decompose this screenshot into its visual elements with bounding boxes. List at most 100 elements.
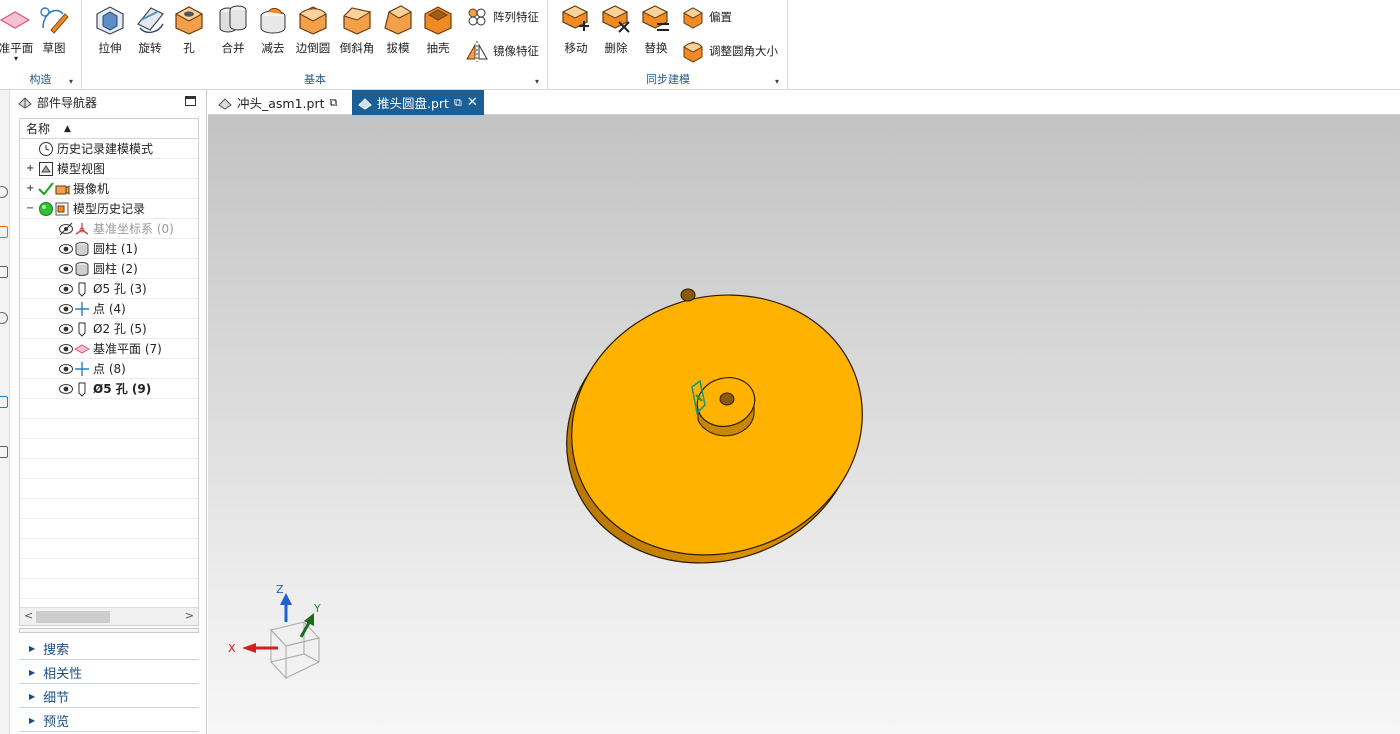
visible-eye-icon[interactable] [58, 361, 74, 377]
offset-region-icon [682, 7, 704, 29]
close-icon[interactable]: ✕ [467, 95, 478, 110]
hole-label: 孔 [183, 41, 195, 55]
tree-row-feature[interactable]: 点 (8) [20, 359, 198, 379]
delete-face-label: 删除 [604, 41, 628, 55]
sketch-button[interactable]: 草图 [32, 0, 76, 60]
draft-button[interactable]: 拔模 [376, 0, 420, 60]
expand-plus-icon[interactable]: + [26, 163, 38, 174]
tree-row-model-views[interactable]: + 模型视图 [20, 159, 198, 179]
sketch-icon [40, 7, 69, 34]
tab-part-active[interactable]: 推头圆盘.prt ⧉ ✕ [352, 90, 484, 115]
resize-blend-button[interactable]: 调整圆角大小 [681, 38, 778, 64]
tree-row-feature[interactable]: 基准平面 (7) [20, 339, 198, 359]
scroll-left-icon[interactable]: < [24, 609, 33, 622]
delete-face-button[interactable]: 删除 [594, 0, 638, 60]
collapse-minus-icon[interactable]: − [26, 203, 38, 214]
resource-bar-icon[interactable] [0, 312, 8, 324]
scrollbar-thumb[interactable] [36, 611, 110, 623]
tree-row-feature[interactable]: 点 (4) [20, 299, 198, 319]
chamfer-button[interactable]: 倒斜角 [335, 0, 379, 60]
group-expand-icon[interactable]: ▾ [775, 77, 779, 86]
visible-eye-icon[interactable] [58, 241, 74, 257]
hole-icon [174, 6, 204, 35]
tree-row-feature[interactable]: 基准坐标系 (0) [20, 219, 198, 239]
replace-face-button[interactable]: 替换 [634, 0, 678, 60]
point-icon [75, 361, 89, 376]
model-view-icon [39, 161, 53, 176]
visible-eye-icon[interactable] [58, 281, 74, 297]
model-canvas[interactable]: Z Y X [208, 115, 1400, 734]
chamfer-icon [343, 7, 372, 35]
column-header[interactable]: 名称 ▲ [20, 119, 198, 139]
x-axis-arrow [242, 643, 256, 653]
tree-item-label: Ø5 孔 (3) [93, 282, 147, 296]
pattern-feature-button[interactable]: 阵列特征 [465, 4, 539, 30]
tree-row-feature[interactable]: 圆柱 (2) [20, 259, 198, 279]
move-face-button[interactable]: 移动 [554, 0, 598, 60]
scroll-right-icon[interactable]: > [185, 609, 194, 622]
tree-row-feature[interactable]: Ø2 孔 (5) [20, 319, 198, 339]
mirror-feature-button[interactable]: 镜像特征 [465, 38, 539, 64]
graphics-viewport[interactable]: Z Y X [208, 115, 1400, 734]
expand-plus-icon[interactable]: + [26, 183, 38, 194]
ribbon: 准平面 ▾ 草图 构造 ▾ 拉伸 旋转 孔 合并 减去 边倒圆 倒斜角 拔模 抽… [0, 0, 1400, 90]
extrude-button[interactable]: 拉伸 [88, 0, 132, 60]
hole-button[interactable]: 孔 [167, 0, 211, 60]
draft-label: 拔模 [386, 41, 410, 55]
move-face-icon [561, 5, 589, 31]
tab-label: 冲头_asm1.prt [237, 96, 325, 111]
section-label: 预览 [43, 714, 70, 730]
tree-item-label: 模型历史记录 [73, 202, 146, 216]
tree-row-feature[interactable]: Ø5 孔 (3) [20, 279, 198, 299]
subtract-button[interactable]: 减去 [251, 0, 295, 60]
tree-item-label: Ø2 孔 (5) [93, 322, 147, 336]
part-file-icon [218, 97, 232, 110]
unite-label: 合并 [221, 41, 245, 55]
hidden-eye-icon[interactable] [58, 221, 74, 237]
section-label: 相关性 [43, 666, 83, 682]
visible-eye-icon[interactable] [58, 341, 74, 357]
horizontal-scrollbar[interactable]: < > [20, 607, 198, 625]
tree-row-model-history[interactable]: − 模型历史记录 [20, 199, 198, 219]
section-search[interactable]: ▶ 搜索 [19, 637, 199, 660]
tree-row-cameras[interactable]: + 摄像机 [20, 179, 198, 199]
section-dependencies[interactable]: ▶ 相关性 [19, 661, 199, 684]
offset-region-button[interactable]: 偏置 [681, 4, 732, 30]
tree-row-history-mode[interactable]: 历史记录建模模式 [20, 139, 198, 159]
section-preview[interactable]: ▶ 预览 [19, 709, 199, 732]
ribbon-group-construct: 准平面 ▾ 草图 构造 ▾ [0, 0, 82, 90]
section-label: 搜索 [43, 642, 70, 658]
resource-bar-icon[interactable] [0, 226, 8, 238]
visible-eye-icon[interactable] [58, 301, 74, 317]
tree-row-feature-current[interactable]: Ø5 孔 (9) [20, 379, 198, 399]
group-expand-icon[interactable]: ▾ [69, 77, 73, 86]
tree-item-label: Ø5 孔 (9) [93, 382, 152, 396]
section-details[interactable]: ▶ 细节 [19, 685, 199, 708]
group-expand-icon[interactable]: ▾ [535, 77, 539, 86]
panel-splitter[interactable] [19, 628, 199, 633]
resource-bar-icon[interactable] [0, 446, 8, 458]
revolve-button[interactable]: 旋转 [128, 0, 172, 60]
visible-eye-icon[interactable] [58, 261, 74, 277]
resize-blend-icon [683, 41, 703, 63]
tab-assembly[interactable]: 冲头_asm1.prt ⧉ [212, 90, 343, 115]
edge-blend-button[interactable]: 边倒圆 [291, 0, 335, 60]
shell-button[interactable]: 抽壳 [416, 0, 460, 60]
visible-eye-icon[interactable] [58, 321, 74, 337]
part-navigator: 部件导航器 名称 ▲ 历史记录建模模式 + 模型视图 + 摄像机 − 模型历史记… [11, 90, 207, 734]
checkmark-icon[interactable] [38, 181, 54, 197]
tree-row-feature[interactable]: 圆柱 (1) [20, 239, 198, 259]
disc-part[interactable] [533, 258, 897, 600]
maximize-icon[interactable] [185, 96, 196, 106]
visible-eye-icon[interactable] [58, 381, 74, 397]
resource-bar-icon[interactable] [0, 266, 8, 278]
empty-row [20, 399, 198, 419]
clock-icon [39, 141, 53, 156]
orientation-triad[interactable]: Z Y X [228, 583, 321, 680]
datum-csys-icon [75, 222, 89, 235]
resource-bar-icon[interactable] [0, 186, 8, 198]
unite-button[interactable]: 合并 [211, 0, 255, 60]
empty-row [20, 579, 198, 599]
chamfer-label: 倒斜角 [339, 41, 375, 55]
resource-bar-icon[interactable] [0, 396, 8, 408]
